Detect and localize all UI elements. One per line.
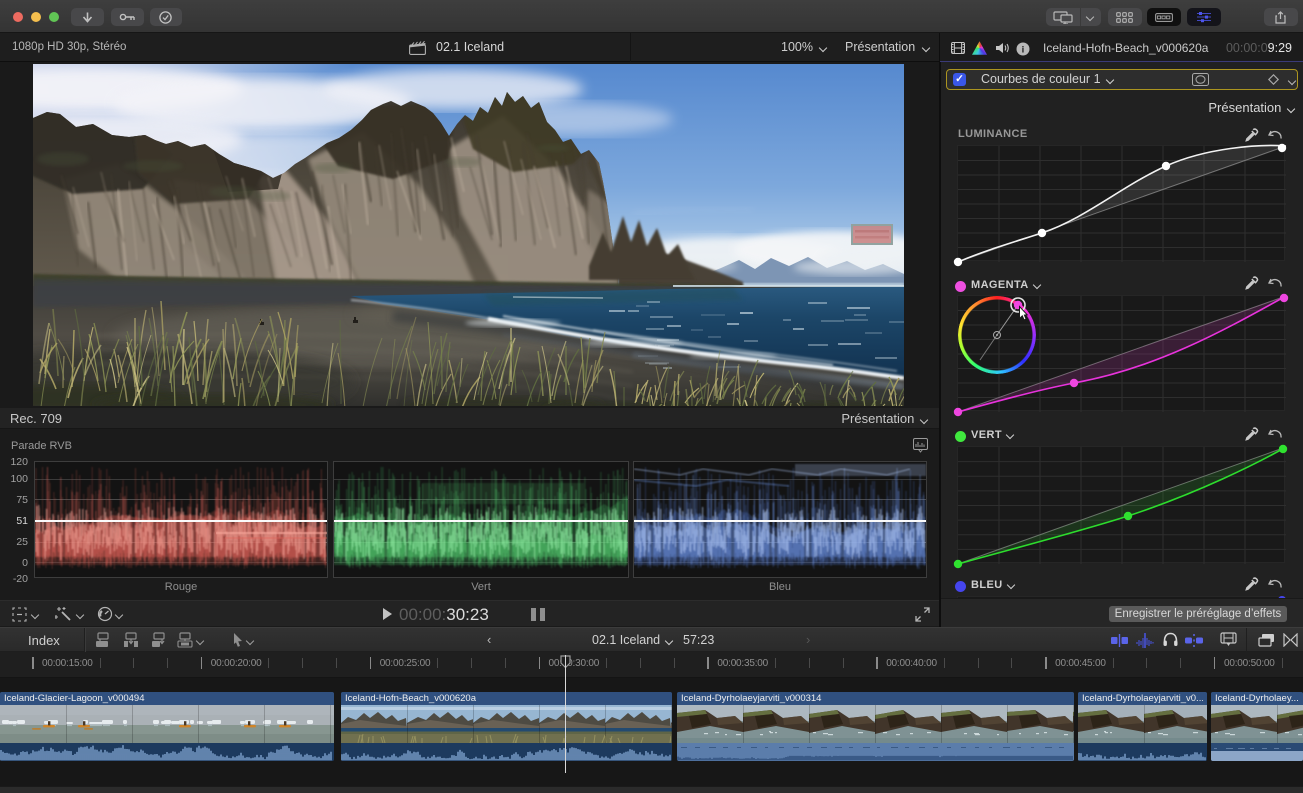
svg-text:i: i [1022,44,1025,55]
